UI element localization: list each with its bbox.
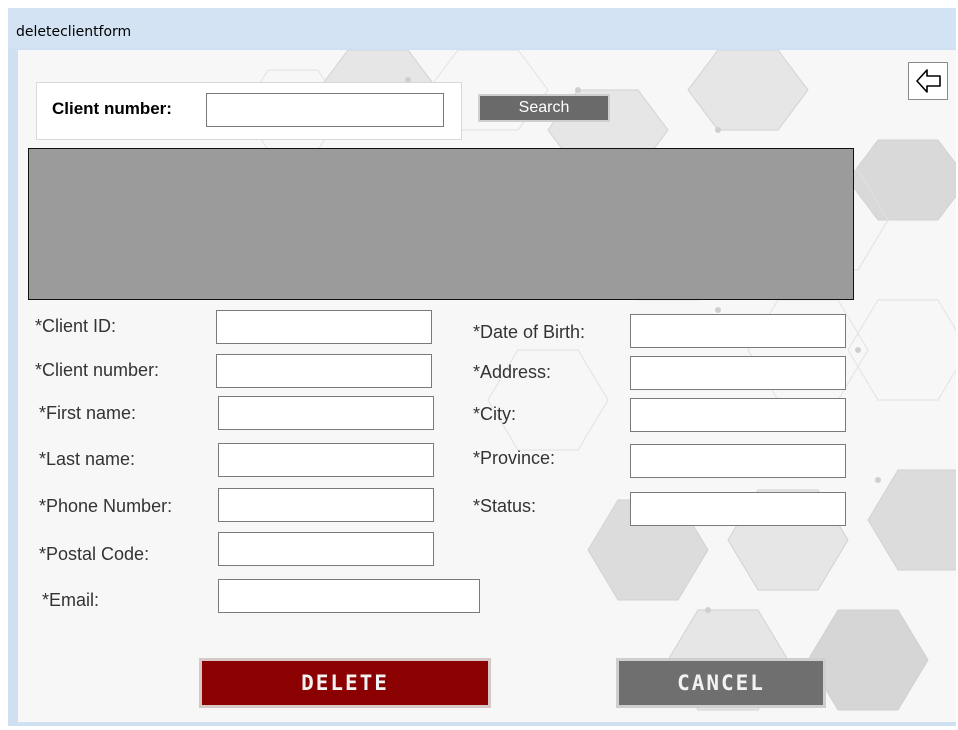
- title-bar: deleteclientform: [8, 8, 956, 48]
- status-field[interactable]: [630, 492, 846, 526]
- delete-button[interactable]: DELETE: [199, 658, 491, 708]
- city-label: *City:: [473, 404, 517, 424]
- city-field[interactable]: [630, 398, 846, 432]
- first-name-label: *First name:: [39, 403, 137, 423]
- phone-number-field[interactable]: [218, 488, 434, 522]
- last-name-field[interactable]: [218, 443, 434, 477]
- client-number-label: *Client number:: [35, 360, 160, 380]
- back-arrow-icon: [916, 69, 941, 93]
- email-field[interactable]: [218, 579, 480, 613]
- email-label: *Email:: [42, 590, 100, 610]
- window-bottom-border: [8, 722, 956, 726]
- postal-code-label: *Postal Code:: [39, 544, 150, 564]
- search-label: Client number:: [52, 99, 172, 118]
- last-name-label: *Last name:: [39, 449, 136, 469]
- search-client-number-input[interactable]: [206, 93, 444, 127]
- window-title: deleteclientform: [16, 24, 132, 40]
- province-field[interactable]: [630, 444, 846, 478]
- phone-number-label: *Phone Number:: [39, 496, 173, 516]
- cancel-button[interactable]: CANCEL: [616, 658, 826, 708]
- address-label: *Address:: [473, 362, 552, 382]
- search-panel: Client number:: [36, 82, 462, 140]
- client-id-label: *Client ID:: [35, 316, 117, 336]
- client-id-field[interactable]: [216, 310, 432, 344]
- date-of-birth-field[interactable]: [630, 314, 846, 348]
- address-field[interactable]: [630, 356, 846, 390]
- search-button[interactable]: Search: [478, 94, 610, 122]
- delete-client-window: deleteclientform Client number: Search *…: [8, 8, 956, 726]
- date-of-birth-label: *Date of Birth:: [473, 322, 586, 342]
- client-number-field[interactable]: [216, 354, 432, 388]
- client-data-grid[interactable]: [28, 148, 854, 300]
- province-label: *Province:: [473, 448, 556, 468]
- postal-code-field[interactable]: [218, 532, 434, 566]
- form-area: Client number: Search *Client ID: *Clien…: [18, 50, 956, 722]
- first-name-field[interactable]: [218, 396, 434, 430]
- status-label: *Status:: [473, 496, 537, 516]
- back-button[interactable]: [908, 62, 948, 100]
